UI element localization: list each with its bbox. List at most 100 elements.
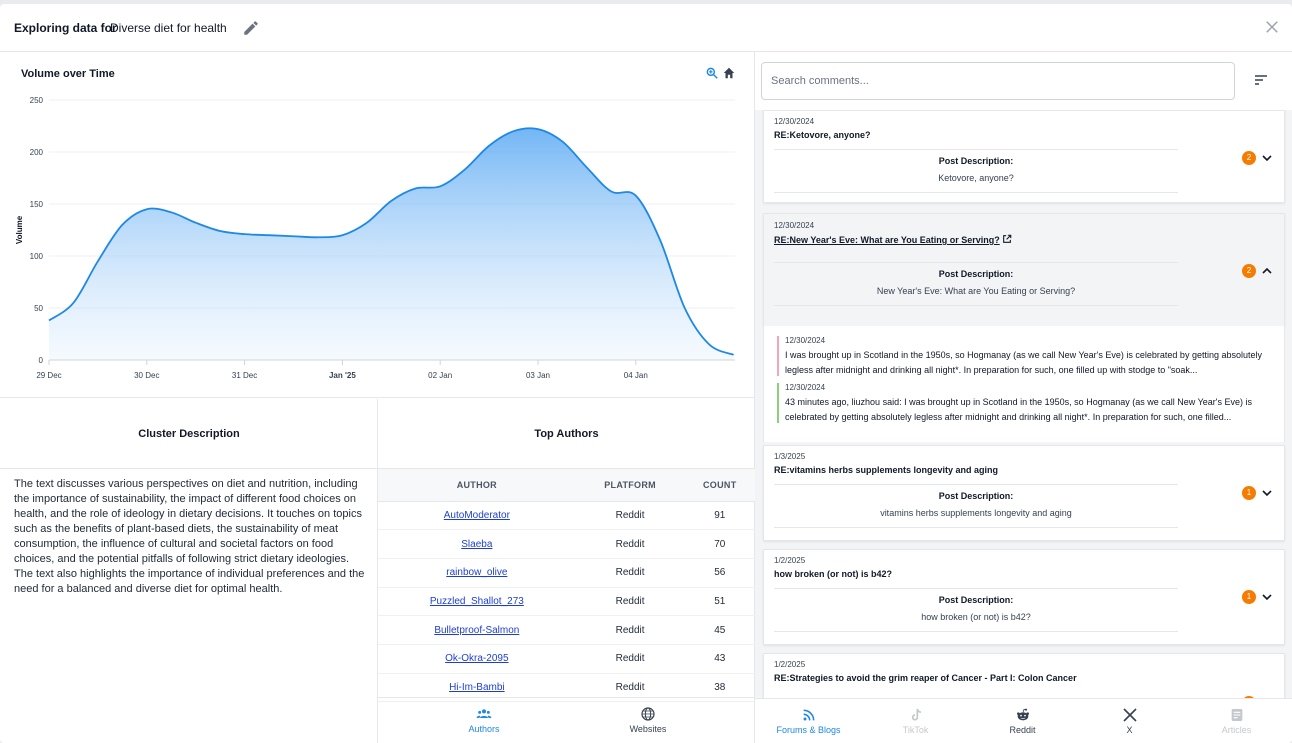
author-count: 43	[684, 644, 755, 674]
cluster-description-panel: Cluster Description The text discusses v…	[0, 399, 378, 743]
post-title: RE:vitamins herbs supplements longevity …	[774, 465, 999, 475]
post-date: 1/2/2025	[774, 556, 806, 565]
top-authors-title: Top Authors	[378, 399, 755, 469]
post-title: RE:Ketovore, anyone?	[774, 130, 871, 140]
globe-icon	[641, 707, 655, 721]
x-tick-label: 03 Jan	[526, 371, 550, 380]
sort-icon[interactable]	[1255, 74, 1267, 86]
modal-header: Exploring data for Diverse diet for heal…	[0, 4, 1292, 52]
author-link[interactable]: AutoModerator	[378, 501, 576, 531]
author-platform: Reddit	[575, 644, 685, 674]
tab-reddit-label: Reddit	[1009, 725, 1036, 735]
post-description: Post Description: Ketovore, anyone?	[774, 149, 1178, 193]
top-authors-table: AUTHOR PLATFORM COUNT AutoModerator Redd…	[378, 469, 755, 703]
chevron-down-icon[interactable]	[1261, 152, 1273, 164]
post-description-text: New Year's Eve: What are You Eating or S…	[876, 286, 1076, 296]
volume-chart-panel: 0 50 100 150 200 250 29 Dec 30 Dec 31 Dec Jan '25…	[0, 52, 755, 398]
reply-count-badge: 1	[1242, 486, 1256, 500]
left-panel: 0 50 100 150 200 250 29 Dec 30 Dec 31 Dec Jan '25…	[0, 52, 755, 743]
tab-authors-label: Authors	[468, 724, 500, 734]
column-header-platform[interactable]: PLATFORM	[575, 469, 685, 502]
tab-forums-blogs-label: Forums & Blogs	[776, 725, 841, 735]
left-tab-bar: Authors Websites	[378, 697, 755, 743]
tab-reddit[interactable]: Reddit	[969, 699, 1076, 743]
x-tick-label: 04 Jan	[624, 371, 648, 380]
reply-bar-pink	[777, 336, 779, 376]
reply-date: 12/30/2024	[785, 336, 826, 345]
table-row: Puzzled_Shallot_273 Reddit 51	[378, 587, 755, 617]
author-count: 45	[684, 615, 755, 645]
post-title: how broken (or not) is b42?	[774, 569, 893, 579]
post-description: Post Description: vitamins herbs supplem…	[774, 484, 1178, 528]
post-description-text: how broken (or not) is b42?	[921, 612, 1031, 622]
post-description-label: Post Description:	[938, 595, 1014, 605]
post-title-link[interactable]: RE:New Year's Eve: What are You Eating o…	[774, 234, 1012, 245]
post-card[interactable]: 1/2/2025 RE:Strategies to avoid the grim…	[763, 653, 1285, 698]
chevron-up-icon[interactable]	[1261, 265, 1273, 277]
search-comments-input[interactable]	[761, 62, 1235, 100]
column-header-author[interactable]: AUTHOR	[378, 469, 576, 502]
zoom-icon[interactable]	[705, 66, 719, 80]
chevron-down-icon[interactable]	[1261, 487, 1273, 499]
tab-x[interactable]: X	[1076, 699, 1183, 743]
article-icon	[1231, 709, 1242, 721]
home-icon[interactable]	[722, 66, 736, 80]
author-count: 91	[684, 501, 755, 531]
y-tick-label: 0	[39, 356, 44, 365]
explore-modal: Exploring data for Diverse diet for heal…	[0, 4, 1292, 743]
author-link[interactable]: Bulletproof-Salmon	[378, 615, 576, 645]
header-label: Exploring data for	[14, 21, 117, 35]
author-platform: Reddit	[575, 615, 685, 645]
cluster-description-title: Cluster Description	[0, 399, 378, 469]
author-platform: Reddit	[575, 558, 685, 588]
column-header-count[interactable]: COUNT	[684, 469, 755, 502]
post-card[interactable]: 1/3/2025 RE:vitamins herbs supplements l…	[763, 445, 1285, 541]
table-row: Slaeba Reddit 70	[378, 529, 755, 559]
header-topic: Diverse diet for health	[110, 21, 227, 35]
external-link-icon[interactable]	[1002, 234, 1012, 244]
close-icon[interactable]	[1263, 18, 1281, 36]
author-link[interactable]: rainbow_olive	[378, 558, 576, 588]
top-authors-panel: Top Authors AUTHOR PLATFORM COUNT AutoMo…	[378, 399, 755, 703]
tab-authors[interactable]: Authors	[390, 698, 578, 743]
comments-feed: 12/30/2024 RE:Ketovore, anyone? Post Des…	[755, 110, 1292, 698]
reply-bar-green	[777, 383, 779, 423]
cluster-description-text: The text discusses various perspectives …	[14, 478, 365, 595]
post-date: 1/3/2025	[774, 452, 806, 461]
y-tick-label: 250	[30, 96, 44, 105]
post-description-label: Post Description:	[938, 269, 1014, 279]
tab-tiktok[interactable]: TikTok	[862, 699, 969, 743]
volume-chart: 0 50 100 150 200 250 29 Dec 30 Dec 31 Dec Jan '25…	[15, 96, 735, 380]
y-tick-label: 50	[34, 304, 43, 313]
x-tick-label: 02 Jan	[428, 371, 452, 380]
y-tick-label: 150	[30, 200, 44, 209]
post-card[interactable]: 12/30/2024 RE:Ketovore, anyone? Post Des…	[763, 110, 1285, 203]
post-description-text: vitamins herbs supplements longevity and…	[880, 508, 1072, 518]
author-platform: Reddit	[575, 501, 685, 531]
chevron-down-icon[interactable]	[1261, 591, 1273, 603]
edit-pencil-icon[interactable]	[242, 19, 260, 37]
author-count: 70	[684, 529, 755, 559]
tab-tiktok-label: TikTok	[902, 725, 929, 735]
post-description-label: Post Description:	[938, 156, 1014, 166]
reply-text: I was brought up in Scotland in the 1950…	[785, 350, 1262, 375]
table-row: Ok-Okra-2095 Reddit 43	[378, 644, 755, 674]
tab-articles[interactable]: Articles	[1183, 699, 1290, 743]
tab-websites-label: Websites	[629, 724, 667, 734]
x-tick-label: Jan '25	[329, 371, 356, 380]
author-link[interactable]: Slaeba	[378, 529, 576, 559]
tab-forums-blogs[interactable]: Forums & Blogs	[755, 699, 862, 743]
tab-websites[interactable]: Websites	[554, 698, 742, 743]
author-link[interactable]: Ok-Okra-2095	[378, 644, 576, 674]
reply-count-badge: 2	[1242, 264, 1256, 278]
author-platform: Reddit	[575, 529, 685, 559]
post-date: 12/30/2024	[774, 221, 815, 230]
post-card[interactable]: 1/2/2025 how broken (or not) is b42? Pos…	[763, 549, 1285, 645]
post-description: Post Description: New Year's Eve: What a…	[774, 262, 1178, 306]
post-card[interactable]: 12/30/2024 RE:New Year's Eve: What are Y…	[763, 213, 1285, 326]
y-axis-label: Volume	[15, 215, 24, 244]
author-link[interactable]: Puzzled_Shallot_273	[378, 587, 576, 617]
tiktok-icon	[911, 708, 921, 721]
table-row: AutoModerator Reddit 91	[378, 501, 755, 531]
post-date: 12/30/2024	[774, 117, 815, 126]
